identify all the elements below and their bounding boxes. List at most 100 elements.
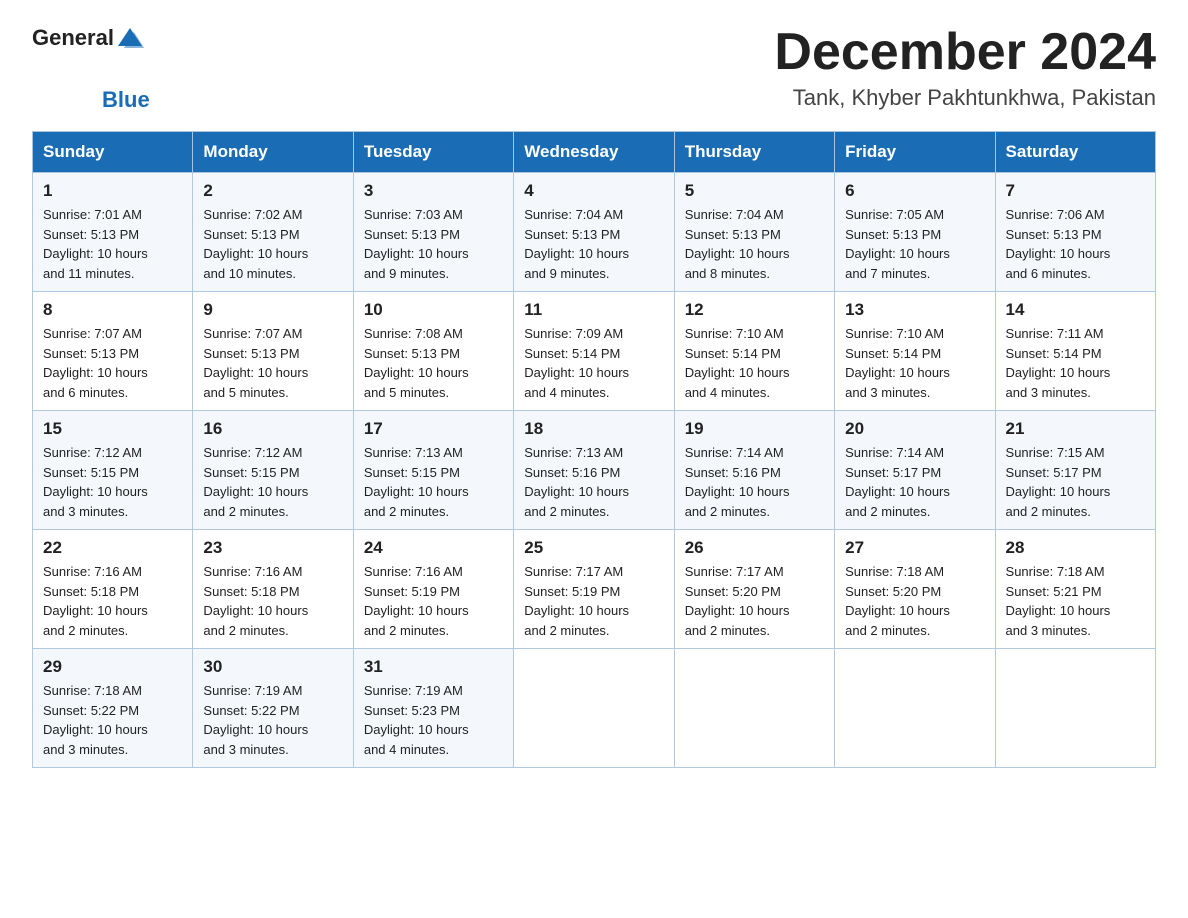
calendar-cell: 11Sunrise: 7:09 AMSunset: 5:14 PMDayligh… [514, 292, 674, 411]
day-info: Sunrise: 7:07 AMSunset: 5:13 PMDaylight:… [43, 324, 182, 402]
day-info: Sunrise: 7:12 AMSunset: 5:15 PMDaylight:… [203, 443, 342, 521]
day-info: Sunrise: 7:18 AMSunset: 5:22 PMDaylight:… [43, 681, 182, 759]
day-number: 4 [524, 181, 663, 201]
calendar-cell: 7Sunrise: 7:06 AMSunset: 5:13 PMDaylight… [995, 173, 1155, 292]
day-number: 23 [203, 538, 342, 558]
calendar-cell: 25 Sunrise: 7:17 AMSunset: 5:19 PMDayligh… [514, 530, 674, 649]
week-row-5: 29 Sunrise: 7:18 AMSunset: 5:22 PMDayligh… [33, 649, 1156, 768]
calendar-cell: 24 Sunrise: 7:16 AMSunset: 5:19 PMDayligh… [353, 530, 513, 649]
calendar-cell: 9 Sunrise: 7:07 AMSunset: 5:13 PMDaylight… [193, 292, 353, 411]
day-info: Sunrise: 7:17 AMSunset: 5:20 PMDaylight:… [685, 562, 824, 640]
calendar-cell: 20 Sunrise: 7:14 AMSunset: 5:17 PMDayligh… [835, 411, 995, 530]
day-number: 25 [524, 538, 663, 558]
calendar-cell [674, 649, 834, 768]
day-info: Sunrise: 7:04 AMSunset: 5:13 PMDaylight:… [685, 205, 824, 283]
weekday-header-tuesday: Tuesday [353, 132, 513, 173]
calendar-cell: 27 Sunrise: 7:18 AMSunset: 5:20 PMDayligh… [835, 530, 995, 649]
day-info: Sunrise: 7:03 AMSunset: 5:13 PMDaylight:… [364, 205, 503, 283]
day-number: 26 [685, 538, 824, 558]
day-number: 31 [364, 657, 503, 677]
day-number: 3 [364, 181, 503, 201]
day-number: 29 [43, 657, 182, 677]
calendar-cell: 15 Sunrise: 7:12 AMSunset: 5:15 PMDayligh… [33, 411, 193, 530]
day-info: Sunrise: 7:16 AMSunset: 5:18 PMDaylight:… [43, 562, 182, 640]
calendar-cell: 22 Sunrise: 7:16 AMSunset: 5:18 PMDayligh… [33, 530, 193, 649]
weekday-header-sunday: Sunday [33, 132, 193, 173]
day-info: Sunrise: 7:17 AMSunset: 5:19 PMDaylight:… [524, 562, 663, 640]
day-number: 27 [845, 538, 984, 558]
week-row-1: 1 Sunrise: 7:01 AMSunset: 5:13 PMDaylight… [33, 173, 1156, 292]
day-number: 9 [203, 300, 342, 320]
day-info: Sunrise: 7:13 AMSunset: 5:15 PMDaylight:… [364, 443, 503, 521]
calendar-cell: 29 Sunrise: 7:18 AMSunset: 5:22 PMDayligh… [33, 649, 193, 768]
title-section: December 2024 Tank, Khyber Pakhtunkhwa, … [774, 24, 1156, 111]
day-number: 2 [203, 181, 342, 201]
day-info: Sunrise: 7:05 AMSunset: 5:13 PMDaylight:… [845, 205, 984, 283]
month-title: December 2024 [774, 24, 1156, 81]
day-number: 28 [1006, 538, 1145, 558]
day-number: 17 [364, 419, 503, 439]
day-info: Sunrise: 7:06 AMSunset: 5:13 PMDaylight:… [1006, 205, 1145, 283]
day-number: 30 [203, 657, 342, 677]
calendar-cell [514, 649, 674, 768]
day-number: 14 [1006, 300, 1145, 320]
day-number: 20 [845, 419, 984, 439]
logo-text-general: General [32, 25, 114, 51]
day-info: Sunrise: 7:10 AMSunset: 5:14 PMDaylight:… [685, 324, 824, 402]
calendar-cell: 5 Sunrise: 7:04 AMSunset: 5:13 PMDaylight… [674, 173, 834, 292]
calendar-cell: 12 Sunrise: 7:10 AMSunset: 5:14 PMDayligh… [674, 292, 834, 411]
day-number: 19 [685, 419, 824, 439]
calendar-cell: 30 Sunrise: 7:19 AMSunset: 5:22 PMDayligh… [193, 649, 353, 768]
day-number: 16 [203, 419, 342, 439]
calendar-cell: 17 Sunrise: 7:13 AMSunset: 5:15 PMDayligh… [353, 411, 513, 530]
location-title: Tank, Khyber Pakhtunkhwa, Pakistan [774, 85, 1156, 111]
calendar-cell: 8 Sunrise: 7:07 AMSunset: 5:13 PMDaylight… [33, 292, 193, 411]
calendar-cell: 3 Sunrise: 7:03 AMSunset: 5:13 PMDaylight… [353, 173, 513, 292]
calendar-cell: 4 Sunrise: 7:04 AMSunset: 5:13 PMDaylight… [514, 173, 674, 292]
day-info: Sunrise: 7:19 AMSunset: 5:22 PMDaylight:… [203, 681, 342, 759]
day-info: Sunrise: 7:14 AMSunset: 5:16 PMDaylight:… [685, 443, 824, 521]
day-info: Sunrise: 7:14 AMSunset: 5:17 PMDaylight:… [845, 443, 984, 521]
calendar-cell: 14Sunrise: 7:11 AMSunset: 5:14 PMDayligh… [995, 292, 1155, 411]
day-number: 21 [1006, 419, 1145, 439]
day-number: 22 [43, 538, 182, 558]
day-number: 13 [845, 300, 984, 320]
day-number: 8 [43, 300, 182, 320]
day-number: 12 [685, 300, 824, 320]
day-info: Sunrise: 7:16 AMSunset: 5:19 PMDaylight:… [364, 562, 503, 640]
calendar-cell [995, 649, 1155, 768]
day-info: Sunrise: 7:12 AMSunset: 5:15 PMDaylight:… [43, 443, 182, 521]
calendar-cell: 19 Sunrise: 7:14 AMSunset: 5:16 PMDayligh… [674, 411, 834, 530]
weekday-header-monday: Monday [193, 132, 353, 173]
calendar-cell: 1 Sunrise: 7:01 AMSunset: 5:13 PMDaylight… [33, 173, 193, 292]
day-info: Sunrise: 7:08 AMSunset: 5:13 PMDaylight:… [364, 324, 503, 402]
weekday-header-row: SundayMondayTuesdayWednesdayThursdayFrid… [33, 132, 1156, 173]
day-number: 18 [524, 419, 663, 439]
calendar-cell: 31Sunrise: 7:19 AMSunset: 5:23 PMDayligh… [353, 649, 513, 768]
day-info: Sunrise: 7:09 AMSunset: 5:14 PMDaylight:… [524, 324, 663, 402]
calendar-cell: 2 Sunrise: 7:02 AMSunset: 5:13 PMDaylight… [193, 173, 353, 292]
day-info: Sunrise: 7:01 AMSunset: 5:13 PMDaylight:… [43, 205, 182, 283]
calendar-cell: 28Sunrise: 7:18 AMSunset: 5:21 PMDayligh… [995, 530, 1155, 649]
calendar-cell: 21 Sunrise: 7:15 AMSunset: 5:17 PMDayligh… [995, 411, 1155, 530]
calendar-cell: 13Sunrise: 7:10 AMSunset: 5:14 PMDayligh… [835, 292, 995, 411]
calendar-cell [835, 649, 995, 768]
calendar-cell: 6 Sunrise: 7:05 AMSunset: 5:13 PMDaylight… [835, 173, 995, 292]
day-info: Sunrise: 7:15 AMSunset: 5:17 PMDaylight:… [1006, 443, 1145, 521]
day-number: 5 [685, 181, 824, 201]
logo-text-blue: Blue [102, 87, 150, 112]
day-number: 6 [845, 181, 984, 201]
week-row-4: 22 Sunrise: 7:16 AMSunset: 5:18 PMDayligh… [33, 530, 1156, 649]
day-info: Sunrise: 7:16 AMSunset: 5:18 PMDaylight:… [203, 562, 342, 640]
weekday-header-saturday: Saturday [995, 132, 1155, 173]
day-info: Sunrise: 7:04 AMSunset: 5:13 PMDaylight:… [524, 205, 663, 283]
day-info: Sunrise: 7:02 AMSunset: 5:13 PMDaylight:… [203, 205, 342, 283]
logo-icon [116, 24, 144, 52]
day-number: 15 [43, 419, 182, 439]
day-info: Sunrise: 7:07 AMSunset: 5:13 PMDaylight:… [203, 324, 342, 402]
week-row-3: 15 Sunrise: 7:12 AMSunset: 5:15 PMDayligh… [33, 411, 1156, 530]
weekday-header-wednesday: Wednesday [514, 132, 674, 173]
day-number: 1 [43, 181, 182, 201]
day-number: 24 [364, 538, 503, 558]
day-info: Sunrise: 7:18 AMSunset: 5:20 PMDaylight:… [845, 562, 984, 640]
